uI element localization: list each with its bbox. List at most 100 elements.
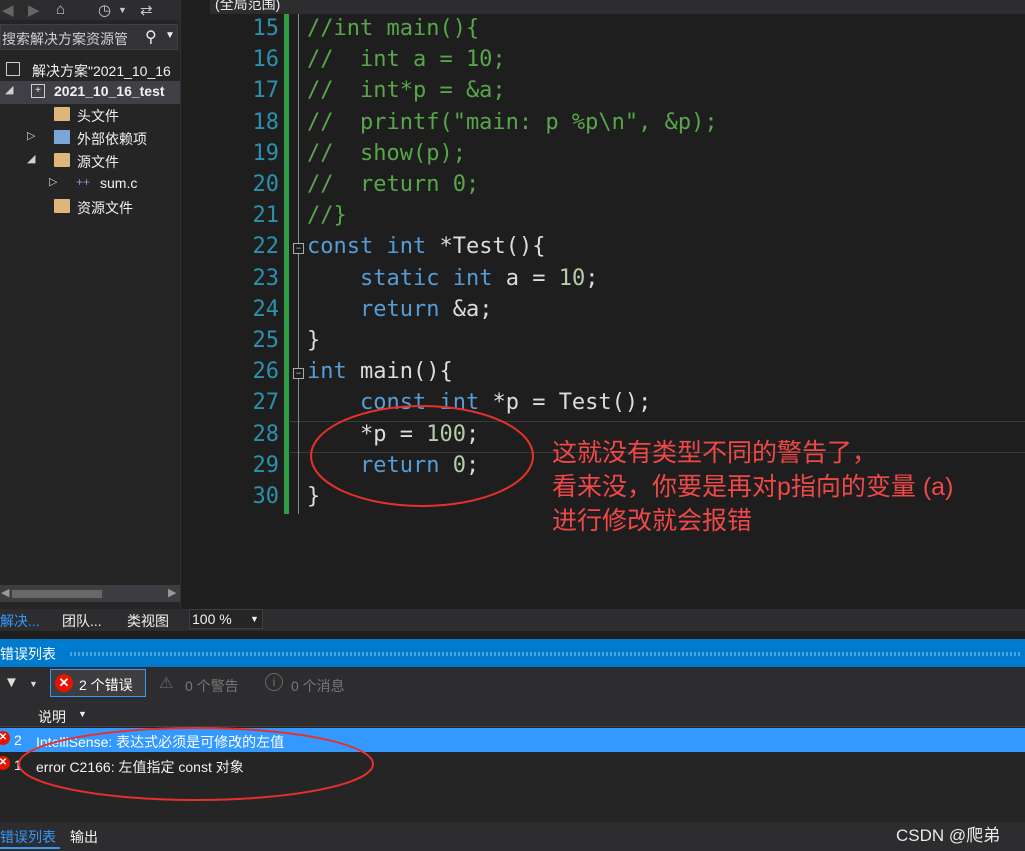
collapsed-arrow-icon[interactable]: ▷ (27, 129, 35, 142)
tab-output[interactable]: 输出 (70, 827, 98, 847)
tree-item-label: 资源文件 (77, 200, 133, 216)
code-line[interactable]: const int *Test(){ (307, 234, 545, 259)
line-number: 22 (252, 234, 280, 260)
error-row[interactable]: ✕ 2 IntelliSense: 表达式必须是可修改的左值 (0, 728, 1025, 752)
horizontal-scrollbar[interactable]: ◀ ▶ (0, 585, 180, 602)
collapse-icon[interactable]: − (293, 243, 304, 254)
divider (0, 631, 1025, 639)
error-list-header: 说明 ▼ (0, 703, 1025, 727)
line-number: 25 (252, 328, 280, 353)
tree-item-solution[interactable]: 解决方案"2021_10_16 (0, 59, 180, 82)
code-line[interactable]: } (307, 328, 320, 353)
solution-icon (6, 62, 20, 76)
code-line[interactable]: //} (307, 203, 347, 228)
folder-icon (54, 107, 70, 121)
chevron-down-icon[interactable]: ▼ (118, 5, 127, 15)
search-icon[interactable]: ⚲ (145, 27, 157, 47)
line-number: 15 (252, 16, 280, 41)
code-line[interactable]: //int main(){ (307, 16, 479, 41)
info-icon: i (265, 673, 283, 691)
back-icon[interactable]: ◀ (2, 1, 14, 19)
code-line[interactable]: // int*p = &a; (307, 78, 506, 103)
solution-explorer-toolbar: ◀ ▶ ⌂ ◷ ▼ ⇄ (0, 0, 180, 20)
sync-icon[interactable]: ⇄ (140, 1, 153, 19)
scroll-left-icon[interactable]: ◀ (1, 586, 9, 599)
line-number: 30 (252, 484, 280, 509)
line-number: 16 (252, 47, 280, 73)
errors-filter-button[interactable]: ✕ 2 个错误 (50, 669, 146, 697)
line-number: 23 (252, 265, 280, 291)
tree-item-external-deps[interactable]: ▷ 外部依赖项 (0, 127, 180, 150)
line-number: 24 (252, 296, 280, 322)
code-line[interactable]: // int a = 10; (307, 47, 506, 72)
collapse-icon[interactable]: − (293, 368, 304, 379)
tree-item-headers[interactable]: 头文件 (0, 104, 180, 127)
messages-filter-button[interactable]: i 0 个消息 (262, 671, 360, 697)
title-bar-grip[interactable] (70, 652, 1020, 656)
tree-item-project[interactable]: ◢ + 2021_10_16_test (0, 81, 180, 104)
tab-error-list[interactable]: 错误列表 (0, 827, 60, 849)
outline-guide (298, 14, 299, 514)
line-number: 18 (252, 109, 280, 135)
error-description: IntelliSense: 表达式必须是可修改的左值 (36, 734, 285, 750)
error-index: 2 (14, 732, 22, 748)
scope-label: (全局范围) (215, 0, 281, 12)
code-line[interactable]: *p = 100; (307, 422, 479, 447)
tab-solution-explorer[interactable]: 解决... (0, 611, 40, 631)
tree-item-label: 解决方案"2021_10_16 (32, 63, 171, 79)
code-line[interactable]: return &a; (307, 297, 492, 322)
line-number: 19 (252, 140, 280, 166)
annotation-line: 看来没，你要是再对p指向的变量 (a) (552, 473, 954, 501)
line-number: 17 (252, 78, 280, 104)
errors-filter-label: 2 个错误 (79, 677, 133, 693)
sort-down-icon[interactable]: ▼ (78, 709, 87, 719)
tree-item-sources[interactable]: ◢ 源文件 (0, 150, 180, 173)
error-icon: ✕ (0, 731, 10, 745)
zoom-dropdown[interactable]: 100 % ▼ (189, 609, 263, 629)
tree-item-label: sum.c (100, 175, 138, 191)
tree-item-label: 头文件 (77, 108, 119, 124)
line-number: 20 (252, 172, 280, 197)
chevron-down-icon[interactable]: ▼ (29, 679, 38, 689)
warnings-filter-button[interactable]: ⚠ 0 个警告 (156, 671, 254, 697)
error-list-title: 错误列表 (0, 646, 56, 662)
search-input[interactable]: 搜索解决方案资源管 ⚲ ▼ (0, 24, 178, 50)
tree-item-sum-c[interactable]: ▷ ++ sum.c (0, 173, 180, 196)
code-line[interactable]: const int *p = Test(); (307, 390, 651, 415)
column-header-description[interactable]: 说明 (38, 707, 66, 727)
line-number: 26 (252, 359, 280, 385)
history-icon[interactable]: ◷ (98, 1, 111, 19)
line-number: 28 (252, 421, 280, 447)
collapsed-arrow-icon[interactable]: ▷ (49, 175, 57, 188)
line-number: 27 (252, 390, 280, 416)
warnings-filter-label: 0 个警告 (185, 678, 239, 694)
tab-team-explorer[interactable]: 团队... (62, 611, 102, 631)
code-line[interactable]: int main(){ (307, 359, 453, 384)
chevron-down-icon[interactable]: ▼ (165, 30, 175, 41)
expanded-arrow-icon[interactable]: ◢ (27, 152, 35, 165)
filter-icon[interactable]: ▼ (4, 674, 19, 691)
code-line[interactable]: } (307, 484, 320, 509)
error-row[interactable]: ✕ 1 error C2166: 左值指定 const 对象 (0, 753, 1025, 777)
scope-dropdown[interactable]: (全局范围) (210, 0, 1025, 14)
zoom-value: 100 % (192, 611, 232, 627)
line-number: 29 (252, 452, 280, 478)
tree-item-resources[interactable]: 资源文件 (0, 196, 180, 219)
code-line[interactable]: return 0; (307, 453, 479, 478)
annotation-text: 这就没有类型不同的警告了， 看来没，你要是再对p指向的变量 (a) 进行修改就会… (552, 436, 953, 538)
tab-class-view[interactable]: 类视图 (127, 611, 169, 631)
scrollbar-thumb[interactable] (12, 590, 102, 598)
warning-icon: ⚠ (159, 675, 174, 692)
code-line[interactable]: // show(p); (307, 141, 466, 166)
error-icon: ✕ (0, 756, 10, 770)
tree-item-label: 外部依赖项 (77, 131, 147, 147)
code-line[interactable]: static int a = 10; (307, 266, 598, 291)
home-icon[interactable]: ⌂ (56, 1, 65, 18)
code-line[interactable]: // printf("main: p %p\n", &p); (307, 110, 718, 135)
expanded-arrow-icon[interactable]: ◢ (5, 83, 13, 96)
chevron-down-icon[interactable]: ▼ (250, 614, 259, 624)
code-line[interactable]: // return 0; (307, 172, 479, 197)
scroll-right-icon[interactable]: ▶ (168, 586, 176, 599)
forward-icon[interactable]: ▶ (28, 1, 40, 19)
solution-explorer: ◀ ▶ ⌂ ◷ ▼ ⇄ 搜索解决方案资源管 ⚲ ▼ 解决方案"2021_10_1… (0, 0, 180, 609)
